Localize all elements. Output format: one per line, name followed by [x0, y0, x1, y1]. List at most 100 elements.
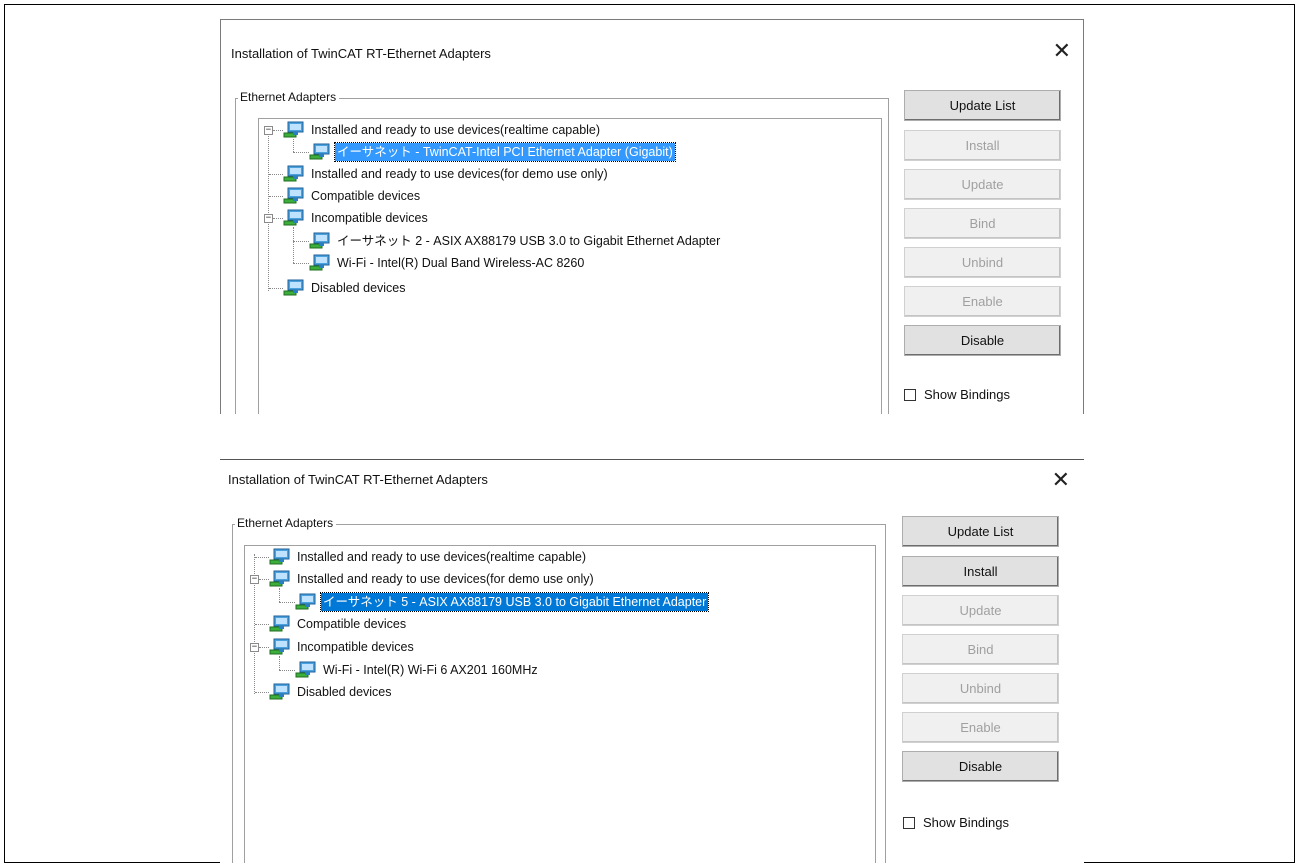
update-button[interactable]: Update [902, 595, 1059, 626]
tree-node-compatible[interactable]: Compatible devices [283, 187, 422, 205]
unbind-button[interactable]: Unbind [902, 673, 1059, 704]
tree-node-label: Incompatible devices [311, 211, 428, 225]
close-icon[interactable]: ✕ [1052, 469, 1070, 491]
tree-node-label: Installed and ready to use devices(for d… [311, 167, 608, 181]
network-adapter-icon [295, 661, 316, 678]
tree-node-asix[interactable]: イーサネット 5 - ASIX AX88179 USB 3.0 to Gigab… [295, 592, 710, 612]
tree-line [293, 139, 294, 152]
tree-line [259, 579, 269, 580]
tree-node-label: Compatible devices [311, 189, 421, 203]
tree-node-wifi[interactable]: Wi-Fi - Intel(R) Dual Band Wireless-AC 8… [309, 254, 586, 272]
tree-node-demo[interactable]: Installed and ready to use devices(for d… [283, 165, 610, 183]
tree-line [269, 174, 283, 175]
network-adapter-icon [283, 187, 304, 204]
tree-line [255, 557, 269, 558]
minus-box-icon[interactable]: − [264, 126, 273, 135]
tree-node-wifi[interactable]: Wi-Fi - Intel(R) Wi-Fi 6 AX201 160MHz [295, 661, 540, 679]
tree-node-label-selected: イーサネット 5 - ASIX AX88179 USB 3.0 to Gigab… [319, 592, 710, 612]
adapter-tree[interactable]: − − Installed and ready to use devices(r… [244, 545, 876, 863]
tree-node-asix[interactable]: イーサネット 2 - ASIX AX88179 USB 3.0 to Gigab… [309, 232, 722, 250]
tree-node-demo[interactable]: Installed and ready to use devices(for d… [269, 570, 596, 588]
tree-node-twincat-intel[interactable]: イーサネット - TwinCAT-Intel PCI Ethernet Adap… [309, 142, 676, 162]
network-adapter-icon [309, 254, 330, 271]
show-bindings-label: Show Bindings [924, 387, 1010, 402]
adapter-tree[interactable]: − − Installed and ready to use devices(r… [258, 118, 882, 414]
dialog-bottom: Installation of TwinCAT RT-Ethernet Adap… [220, 459, 1084, 863]
update-list-button[interactable]: Update List [902, 516, 1059, 547]
tree-line [255, 624, 269, 625]
tree-line [273, 218, 283, 219]
tree-node-realtime[interactable]: Installed and ready to use devices(realt… [269, 548, 588, 566]
network-adapter-icon [283, 121, 304, 138]
enable-button[interactable]: Enable [902, 712, 1059, 743]
tree-node-label: Compatible devices [297, 617, 407, 631]
network-adapter-icon [309, 143, 330, 160]
tree-line [293, 241, 309, 242]
minus-box-icon[interactable]: − [264, 214, 273, 223]
minus-box-icon[interactable]: − [250, 575, 259, 584]
show-bindings-label: Show Bindings [923, 815, 1009, 830]
network-adapter-icon [269, 548, 290, 565]
show-bindings-checkbox[interactable]: Show Bindings [903, 815, 1009, 830]
tree-node-label: Installed and ready to use devices(realt… [297, 550, 587, 564]
ethernet-adapters-group: Ethernet Adapters − − Installed and read… [235, 90, 889, 414]
tree-node-compatible[interactable]: Compatible devices [269, 615, 408, 633]
tree-node-incompatible[interactable]: Incompatible devices [269, 638, 416, 656]
tree-line [259, 647, 269, 648]
tree-node-label: Wi-Fi - Intel(R) Wi-Fi 6 AX201 160MHz [323, 663, 538, 677]
tree-line [293, 152, 309, 153]
bind-button[interactable]: Bind [902, 634, 1059, 665]
tree-line [279, 588, 280, 602]
network-adapter-icon [269, 683, 290, 700]
tree-node-realtime[interactable]: Installed and ready to use devices(realt… [283, 121, 602, 139]
tree-node-label: Disabled devices [297, 685, 392, 699]
network-adapter-icon [283, 279, 304, 296]
tree-node-label: Incompatible devices [297, 640, 414, 654]
group-label: Ethernet Adapters [238, 90, 340, 104]
tree-line [268, 127, 269, 291]
network-adapter-icon [283, 165, 304, 182]
tree-line [293, 227, 294, 263]
minus-box-icon[interactable]: − [250, 643, 259, 652]
checkbox-box[interactable] [903, 816, 915, 829]
disable-button[interactable]: Disable [904, 325, 1061, 356]
tree-node-label: Installed and ready to use devices(realt… [311, 123, 601, 137]
install-button[interactable]: Install [902, 556, 1059, 587]
tree-line [269, 196, 283, 197]
tree-line [279, 602, 295, 603]
update-list-button[interactable]: Update List [904, 90, 1061, 121]
tree-line [273, 130, 283, 131]
tree-node-label-selected: イーサネット - TwinCAT-Intel PCI Ethernet Adap… [334, 142, 676, 162]
tree-line [269, 288, 283, 289]
network-adapter-icon [309, 232, 330, 249]
tree-line [255, 692, 269, 693]
tree-node-incompatible[interactable]: Incompatible devices [283, 209, 430, 227]
show-bindings-checkbox[interactable]: Show Bindings [904, 387, 1010, 402]
group-label: Ethernet Adapters [235, 516, 337, 530]
dialog-title: Installation of TwinCAT RT-Ethernet Adap… [231, 46, 491, 61]
unbind-button[interactable]: Unbind [904, 247, 1061, 278]
tree-line [279, 670, 295, 671]
dialog-title: Installation of TwinCAT RT-Ethernet Adap… [228, 472, 488, 487]
network-adapter-icon [269, 615, 290, 632]
tree-node-disabled[interactable]: Disabled devices [269, 683, 394, 701]
disable-button[interactable]: Disable [902, 751, 1059, 782]
tree-node-label: Wi-Fi - Intel(R) Dual Band Wireless-AC 8… [337, 256, 585, 270]
install-button[interactable]: Install [904, 130, 1061, 161]
enable-button[interactable]: Enable [904, 286, 1061, 317]
network-adapter-icon [295, 593, 316, 610]
update-button[interactable]: Update [904, 169, 1061, 200]
tree-node-label: Installed and ready to use devices(for d… [297, 572, 594, 586]
tree-line [293, 263, 309, 264]
bind-button[interactable]: Bind [904, 208, 1061, 239]
close-icon[interactable]: ✕ [1053, 40, 1071, 62]
checkbox-box[interactable] [904, 388, 916, 401]
tree-line [279, 656, 280, 670]
network-adapter-icon [269, 570, 290, 587]
ethernet-adapters-group: Ethernet Adapters − − Installed and read… [232, 516, 886, 863]
dialog-top: Installation of TwinCAT RT-Ethernet Adap… [220, 19, 1084, 414]
tree-node-disabled[interactable]: Disabled devices [283, 279, 408, 297]
tree-node-label: イーサネット 2 - ASIX AX88179 USB 3.0 to Gigab… [337, 234, 721, 248]
tree-node-label: Disabled devices [311, 281, 406, 295]
network-adapter-icon [269, 638, 290, 655]
